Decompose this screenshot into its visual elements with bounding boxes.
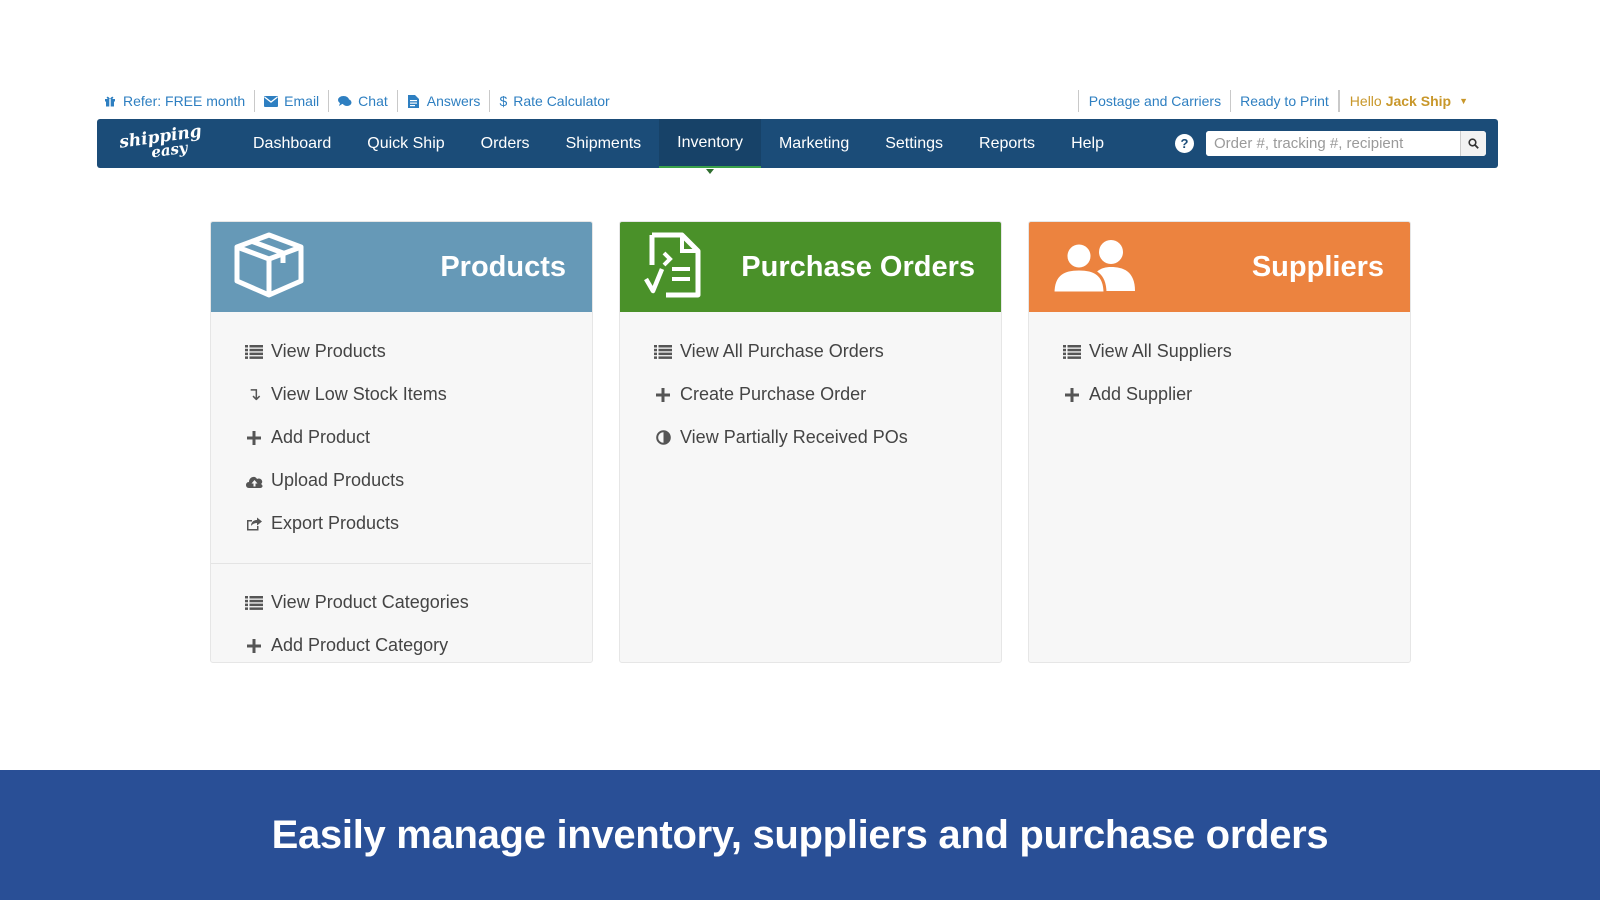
purchase-orders-title: Purchase Orders [741,250,975,283]
view-product-categories-label: View Product Categories [271,592,469,612]
rate-calculator-link[interactable]: $ Rate Calculator [490,90,618,112]
add-product-link[interactable]: Add Product [244,416,592,459]
list-icon [1062,343,1082,361]
chat-link-label: Chat [358,93,388,109]
create-po-label: Create Purchase Order [680,384,867,404]
plus-icon [244,637,264,655]
user-name: Jack Ship [1385,93,1452,109]
nav-orders[interactable]: Orders [463,119,548,168]
search-icon [1468,138,1479,149]
list-icon [653,343,673,361]
caret-down-icon: ▼ [1459,96,1468,106]
view-low-stock-link[interactable]: ↴ View Low Stock Items [244,373,592,416]
main-navbar: shipping easy Dashboard Quick Ship Order… [97,119,1498,174]
arrow-down-turn-icon: ↴ [246,384,262,404]
search-input[interactable] [1206,131,1460,156]
add-supplier-link[interactable]: Add Supplier [1062,373,1410,416]
utility-bar: Refer: FREE month Email Chat Answers $ R… [103,88,1468,114]
users-group-icon [1051,237,1139,298]
email-link[interactable]: Email [255,90,330,112]
footer-banner: Easily manage inventory, suppliers and p… [0,770,1600,900]
search-button[interactable] [1460,131,1486,156]
nav-reports[interactable]: Reports [961,119,1053,168]
suppliers-card-body: View All Suppliers Add Supplier [1029,312,1410,416]
share-export-icon [244,515,264,533]
nav-inventory[interactable]: Inventory [659,119,761,174]
suppliers-card-header[interactable]: Suppliers [1029,222,1410,312]
purchase-order-document-icon [642,231,706,304]
view-products-link[interactable]: View Products [244,330,592,373]
box-icon [233,231,305,304]
chat-bubbles-icon [338,94,352,108]
list-icon [244,594,264,612]
view-partially-received-label: View Partially Received POs [680,427,908,447]
view-all-suppliers-label: View All Suppliers [1089,341,1232,361]
chat-link[interactable]: Chat [329,90,398,112]
gift-icon [103,94,117,108]
answers-link-label: Answers [426,93,481,109]
add-product-category-label: Add Product Category [271,635,449,655]
purchase-orders-card-header[interactable]: Purchase Orders [620,222,1001,312]
upload-products-label: Upload Products [271,470,405,490]
create-po-link[interactable]: Create Purchase Order [653,373,1001,416]
purchase-orders-card-body: View All Purchase Orders Create Purchase… [620,312,1001,459]
add-supplier-label: Add Supplier [1089,384,1193,404]
add-product-label: Add Product [271,427,371,447]
products-card-header[interactable]: Products [211,222,592,312]
suppliers-card: Suppliers View All Suppliers Add Supplie… [1028,221,1411,663]
inventory-cards: Products View Products ↴ View Low Stock … [210,221,1411,663]
email-link-label: Email [284,93,320,109]
plus-icon [244,429,264,447]
refer-link[interactable]: Refer: FREE month [103,90,256,112]
products-divider [211,563,591,564]
products-card-body: View Products ↴ View Low Stock Items Add… [211,312,592,662]
list-icon [244,343,264,361]
upload-products-link[interactable]: Upload Products [244,459,592,502]
half-circle-icon [653,429,673,447]
refer-link-label: Refer: FREE month [123,93,246,109]
products-card: Products View Products ↴ View Low Stock … [210,221,593,663]
products-title: Products [440,250,566,283]
nav-menu: Dashboard Quick Ship Orders Shipments In… [235,119,1122,174]
purchase-orders-card: Purchase Orders View All Purchase Orders… [619,221,1002,663]
nav-marketing[interactable]: Marketing [761,119,867,168]
nav-settings[interactable]: Settings [867,119,961,168]
utility-left-links: Refer: FREE month Email Chat Answers $ R… [103,90,619,112]
answers-link[interactable]: Answers [398,90,491,112]
export-products-link[interactable]: Export Products [244,502,592,545]
view-all-pos-link[interactable]: View All Purchase Orders [653,330,1001,373]
plus-icon [653,386,673,404]
user-greeting: Hello [1349,93,1382,109]
shippingeasy-logo[interactable]: shipping easy [97,119,217,168]
plus-icon [1062,386,1082,404]
nav-help[interactable]: Help [1053,119,1122,168]
export-products-label: Export Products [271,513,400,533]
nav-dashboard[interactable]: Dashboard [235,119,349,168]
question-circle-icon[interactable]: ? [1175,134,1194,153]
postage-carriers-link[interactable]: Postage and Carriers [1079,90,1232,112]
nav-quick-ship[interactable]: Quick Ship [349,119,462,168]
ready-to-print-link[interactable]: Ready to Print [1231,90,1339,112]
utility-right-links: Postage and Carriers Ready to Print Hell… [1077,90,1468,112]
banner-text: Easily manage inventory, suppliers and p… [271,812,1329,857]
view-partially-received-link[interactable]: View Partially Received POs [653,416,1001,459]
user-menu[interactable]: Hello Jack Ship ▼ [1338,90,1468,112]
view-products-label: View Products [271,341,386,361]
document-icon [407,94,421,108]
suppliers-title: Suppliers [1251,250,1384,283]
view-low-stock-label: View Low Stock Items [271,384,447,404]
dollar-icon: $ [499,93,508,109]
rate-calculator-label: Rate Calculator [513,93,610,109]
nav-right-tools: ? [1175,131,1498,156]
envelope-icon [264,94,279,108]
nav-shipments[interactable]: Shipments [548,119,660,168]
view-all-pos-label: View All Purchase Orders [680,341,884,361]
view-all-suppliers-link[interactable]: View All Suppliers [1062,330,1410,373]
cloud-upload-icon [244,472,264,490]
search-box [1206,131,1486,156]
add-product-category-link[interactable]: Add Product Category [244,624,592,662]
view-product-categories-link[interactable]: View Product Categories [244,581,592,624]
